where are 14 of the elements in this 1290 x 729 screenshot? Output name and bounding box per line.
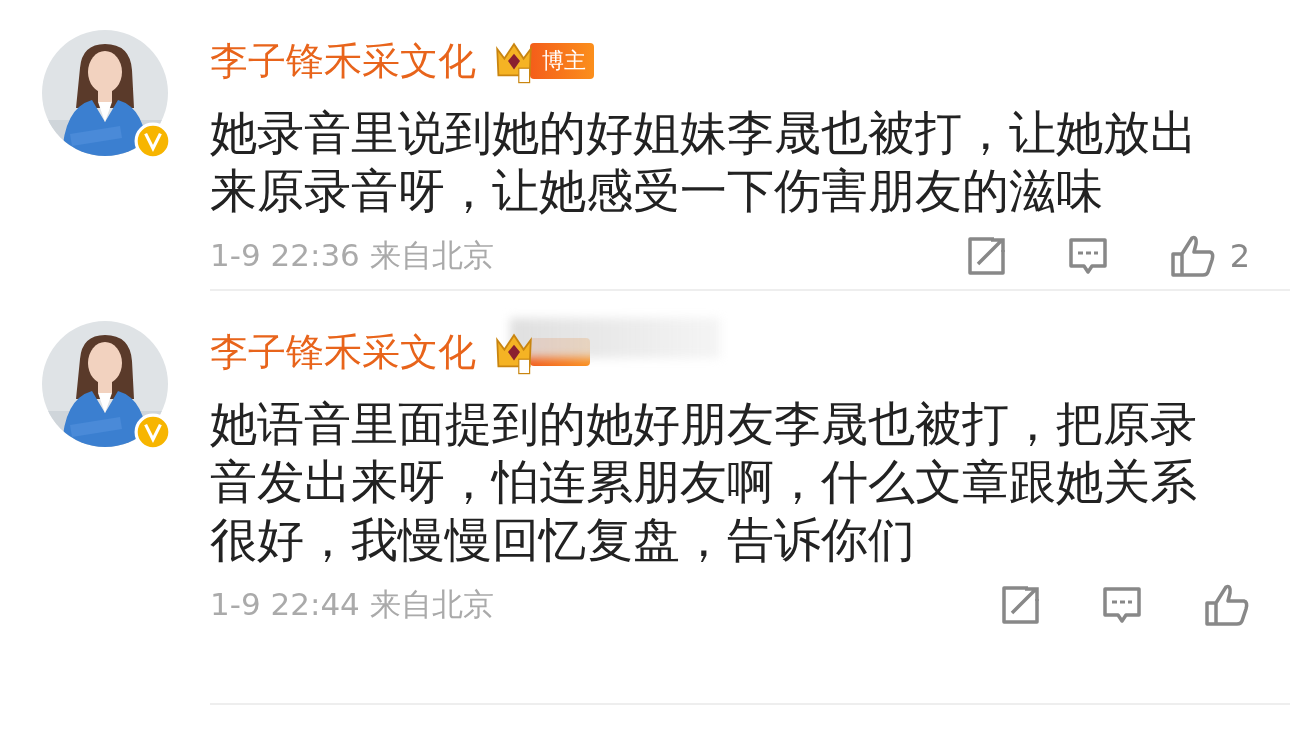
comment-text: 她录音里说到她的好姐妹李晟也被打，让她放出来原录音呀，让她感受一下伤害朋友的滋味: [210, 104, 1198, 220]
author-name[interactable]: 李子锋禾采文化: [210, 326, 476, 378]
blogger-badge: 博主: [530, 43, 594, 79]
comment-icon[interactable]: [1102, 585, 1142, 625]
author-name[interactable]: 李子锋禾采文化: [210, 35, 476, 87]
share-icon[interactable]: [1000, 585, 1040, 625]
share-icon[interactable]: [965, 236, 1006, 276]
comment-text: 她语音里面提到的她好朋友李晟也被打，把原录音发出来呀，怕连累朋友啊，什么文章跟她关系很好，我慢慢回忆复盘，告诉你们: [210, 395, 1198, 569]
comment-icon[interactable]: [1067, 236, 1108, 276]
like-count: 2: [1229, 237, 1250, 275]
thumbs-up-icon[interactable]: [1204, 583, 1250, 627]
comment-meta: 1-9 22:44 来自北京: [210, 585, 494, 624]
comment-meta: 1-9 22:36 来自北京: [210, 236, 494, 275]
thumbs-up-icon[interactable]: [1169, 234, 1216, 278]
